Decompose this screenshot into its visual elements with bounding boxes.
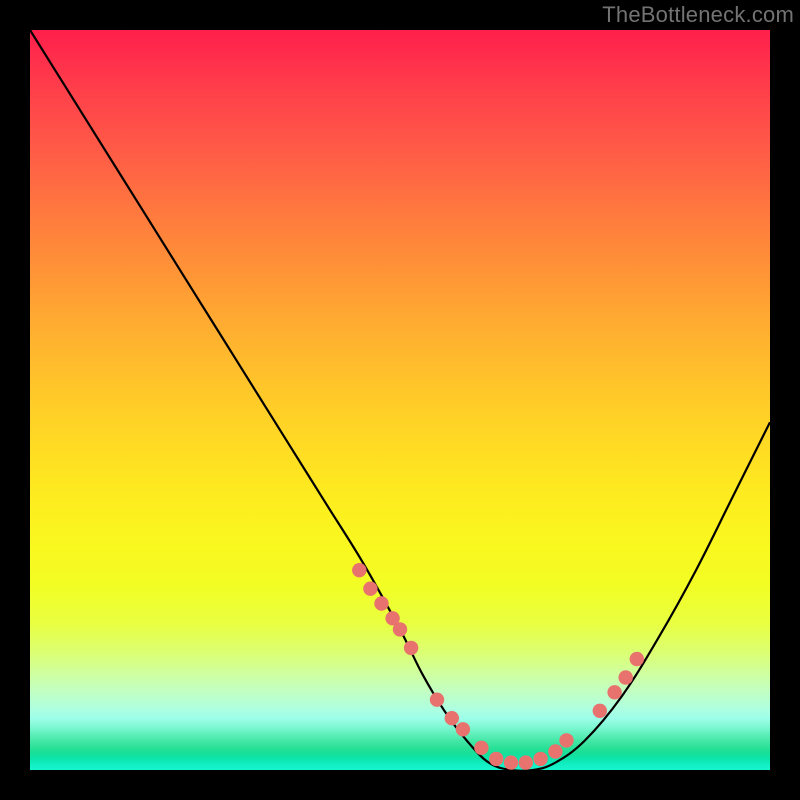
watermark-text: TheBottleneck.com bbox=[602, 2, 794, 28]
bottom-black-band bbox=[0, 770, 800, 800]
scatter-point bbox=[393, 622, 407, 636]
scatter-point bbox=[593, 704, 607, 718]
scatter-point bbox=[619, 670, 633, 684]
scatter-point bbox=[404, 641, 418, 655]
bottleneck-curve bbox=[30, 30, 770, 770]
scatter-point bbox=[474, 741, 488, 755]
scatter-point bbox=[430, 693, 444, 707]
scatter-point bbox=[630, 652, 644, 666]
scatter-point bbox=[445, 711, 459, 725]
chart-frame: TheBottleneck.com bbox=[0, 0, 800, 800]
curve-svg bbox=[30, 30, 770, 770]
scatter-point bbox=[374, 596, 388, 610]
scatter-markers bbox=[352, 563, 644, 770]
scatter-point bbox=[533, 752, 547, 766]
scatter-point bbox=[456, 722, 470, 736]
scatter-point bbox=[363, 582, 377, 596]
scatter-point bbox=[504, 755, 518, 769]
scatter-point bbox=[352, 563, 366, 577]
plot-area bbox=[30, 30, 770, 770]
scatter-point bbox=[559, 733, 573, 747]
scatter-point bbox=[548, 744, 562, 758]
scatter-point bbox=[519, 755, 533, 769]
scatter-point bbox=[607, 685, 621, 699]
scatter-point bbox=[489, 752, 503, 766]
